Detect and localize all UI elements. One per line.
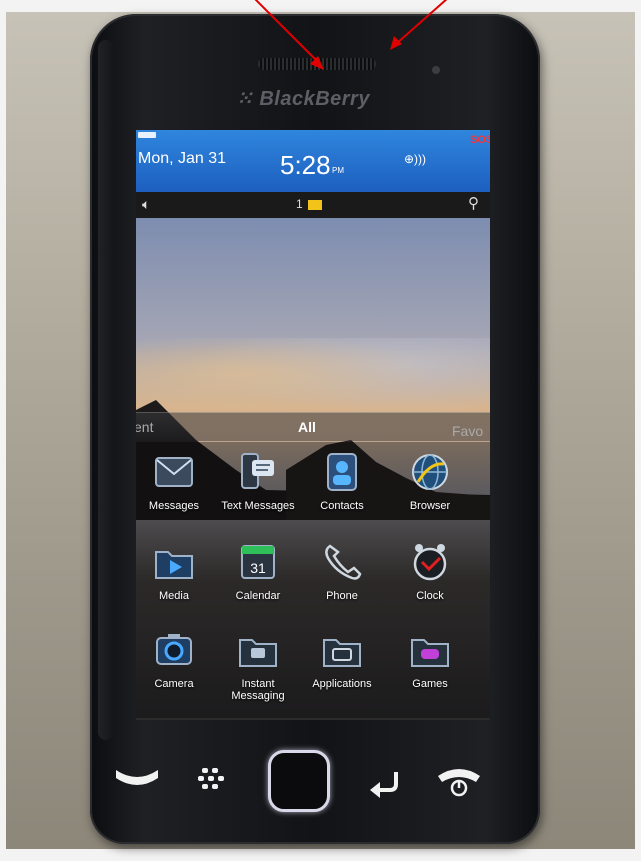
- app-instant-messaging[interactable]: Instant Messaging: [216, 630, 300, 714]
- wireless-signal-icon: ⊕))): [404, 152, 427, 166]
- optical-trackpad[interactable]: [268, 750, 330, 812]
- photo-border-right: [635, 0, 641, 861]
- app-calendar[interactable]: 31 Calendar: [216, 542, 300, 626]
- app-label: Games: [412, 678, 448, 690]
- brand-logo-glyph: ⁙: [236, 88, 254, 110]
- message-count[interactable]: 1: [296, 197, 303, 211]
- sound-profile-icon[interactable]: 🔈︎: [142, 196, 150, 213]
- app-label: Applications: [312, 678, 372, 690]
- notification-bar[interactable]: 🔈︎ 1 ⚲: [136, 192, 490, 218]
- send-call-key-icon[interactable]: [112, 764, 162, 794]
- app-clock[interactable]: Clock: [388, 542, 472, 626]
- end-power-key-icon[interactable]: [434, 762, 484, 798]
- status-time: 5:28: [280, 150, 331, 180]
- app-label: Calendar: [235, 590, 281, 602]
- app-media[interactable]: Media: [136, 542, 216, 626]
- app-text-messages[interactable]: Text Messages: [216, 452, 300, 536]
- envelope-icon: [155, 457, 193, 487]
- app-label: Phone: [326, 590, 358, 602]
- app-label: Contacts: [320, 500, 364, 512]
- status-date: Mon, Jan 31: [138, 150, 227, 167]
- globe-icon: [412, 454, 448, 490]
- alarm-clock-icon: [413, 544, 447, 581]
- phone-screen: Mon, Jan 31 5:28 PM ⊕))) SOS 🔈︎ 1 ⚲ ent …: [136, 130, 490, 720]
- app-messages[interactable]: Messages: [136, 452, 216, 536]
- app-phone[interactable]: Phone: [300, 542, 384, 626]
- sos-indicator: SOS: [470, 134, 490, 146]
- app-games[interactable]: Games: [388, 630, 472, 714]
- text-messages-icon: [241, 453, 274, 489]
- status-ampm: PM: [332, 166, 344, 175]
- blackberry-menu-key-icon[interactable]: [194, 764, 228, 794]
- battery-icon: [138, 132, 156, 138]
- calendar-day: 31: [250, 560, 266, 576]
- back-key-icon[interactable]: [366, 764, 406, 798]
- arrow-head-left: [310, 56, 324, 70]
- games-folder-icon: [411, 639, 449, 667]
- app-grid: Messages Text Messages Contacts Browser …: [136, 442, 490, 718]
- app-label: Clock: [416, 590, 444, 602]
- status-bar: Mon, Jan 31 5:28 PM ⊕))) SOS: [136, 130, 490, 192]
- contacts-icon: [327, 453, 357, 491]
- tab-frequent[interactable]: ent: [136, 419, 153, 435]
- tab-all[interactable]: All: [298, 419, 316, 435]
- phone-handset-icon: [325, 544, 362, 580]
- arrow-head-right: [390, 36, 402, 50]
- app-label: Text Messages: [221, 500, 295, 512]
- search-icon[interactable]: ⚲: [468, 194, 479, 212]
- tab-favorites[interactable]: Favo: [452, 423, 483, 439]
- app-label: Browser: [409, 500, 451, 512]
- app-label: Messages: [148, 500, 200, 512]
- phone-glare: [98, 40, 114, 740]
- brand-logo: ⁙ BlackBerry: [236, 86, 386, 111]
- app-tabs[interactable]: ent All Favo: [136, 412, 490, 441]
- photo-border-left: [0, 0, 6, 861]
- app-browser[interactable]: Browser: [388, 452, 472, 536]
- hardware-keys: [98, 740, 538, 820]
- app-label: Media: [159, 590, 189, 602]
- arrow-line-right: [395, 0, 448, 45]
- calendar-icon: 31: [241, 545, 275, 579]
- annotation-arrows: [254, 0, 448, 70]
- camera-icon: [156, 634, 192, 665]
- app-contacts[interactable]: Contacts: [300, 452, 384, 536]
- brand-name: BlackBerry: [259, 88, 370, 110]
- photo-border-bottom: [0, 849, 641, 861]
- app-applications[interactable]: Applications: [300, 630, 384, 714]
- im-folder-icon: [239, 639, 277, 667]
- app-label: Instant Messaging: [231, 678, 285, 702]
- applications-folder-icon: [323, 639, 361, 667]
- app-label: Camera: [154, 678, 194, 690]
- media-folder-icon: [155, 551, 193, 579]
- app-camera[interactable]: Camera: [136, 630, 216, 714]
- unread-envelope-icon[interactable]: [308, 200, 322, 210]
- arrow-line-left: [254, 0, 321, 65]
